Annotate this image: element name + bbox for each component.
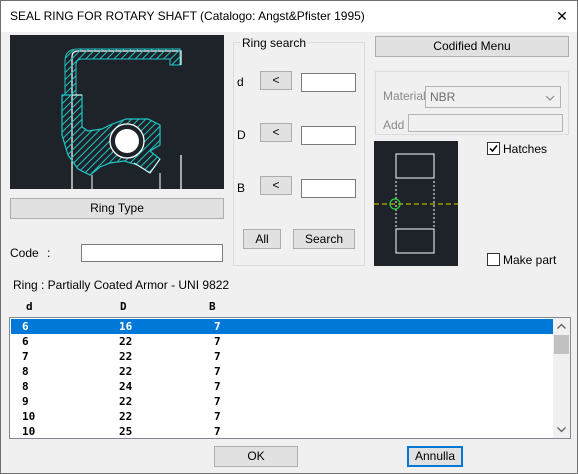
title-bar: SEAL RING FOR ROTARY SHAFT (Catalogo: An… [1,1,577,32]
dialog-window: SEAL RING FOR ROTARY SHAFT (Catalogo: An… [0,0,578,474]
cell-D: 25 [119,425,133,438]
cell-D: 22 [119,365,133,378]
cell-B: 7 [214,410,221,423]
d-label: d [237,75,244,89]
ring-type-button[interactable]: Ring Type [10,198,224,219]
table-row[interactable]: 9 22 7 [11,394,554,409]
D-pick-button[interactable]: < [260,123,292,142]
cell-D: 16 [119,320,133,333]
cell-D: 22 [119,335,133,348]
table-row[interactable]: 10 22 7 [11,409,554,424]
column-header-B: B [209,300,216,313]
cell-d: 9 [22,395,29,408]
ring-info-text: Ring : Partially Coated Armor - UNI 9822 [13,278,230,292]
ring-search-title: Ring search [240,36,309,50]
D-label: D [237,128,246,142]
code-label: Code [10,246,39,260]
table-row[interactable]: 10 25 7 [11,424,554,438]
seal-section-preview [10,35,224,189]
window-title: SEAL RING FOR ROTARY SHAFT (Catalogo: An… [10,9,365,23]
section-preview [374,141,458,266]
cell-d: 10 [22,410,36,423]
add-label: Add [383,118,405,132]
D-input[interactable] [301,126,356,145]
cell-B: 7 [214,335,221,348]
table-row[interactable]: 7 22 7 [11,349,554,364]
cell-D: 24 [119,380,133,393]
check-icon [489,145,498,153]
B-label: B [237,181,246,195]
ok-button[interactable]: OK [214,446,298,467]
table-row[interactable]: 8 22 7 [11,364,554,379]
cell-d: 8 [22,380,29,393]
cell-D: 22 [119,410,133,423]
all-button[interactable]: All [243,229,281,249]
hatches-checkbox[interactable] [487,142,500,155]
hatches-label: Hatches [503,142,548,156]
cell-B: 7 [214,395,221,408]
column-header-d: d [26,300,33,313]
material-label: Material [383,89,426,103]
column-header-D: D [120,300,127,313]
d-input[interactable] [301,73,356,92]
arrow-down-icon[interactable] [553,421,570,438]
cell-D: 22 [119,395,133,408]
cell-d: 6 [22,335,29,348]
B-input[interactable] [301,179,356,198]
code-field[interactable] [81,244,223,262]
cell-d: 8 [22,365,29,378]
codified-menu-button[interactable]: Codified Menu [375,36,569,57]
code-colon: : [47,246,51,260]
make-part-label: Make part [503,253,557,267]
scrollbar-thumb[interactable] [554,335,569,354]
cell-B: 7 [214,320,221,333]
cell-d: 6 [22,320,29,333]
section-schematic-drawing [374,153,458,254]
cell-D: 22 [119,350,133,363]
chevron-down-icon [545,95,555,101]
cell-B: 7 [214,380,221,393]
material-value: NBR [430,90,456,104]
cell-B: 7 [214,365,221,378]
table-row[interactable]: 8 24 7 [11,379,554,394]
table-row[interactable]: 6 22 7 [11,334,554,349]
arrow-up-icon[interactable] [553,318,570,335]
search-button[interactable]: Search [293,229,355,249]
cell-d: 10 [22,425,36,438]
cell-B: 7 [214,425,221,438]
ring-list[interactable]: 6 16 7 6 22 7 7 22 7 8 22 7 8 24 7 9 22 … [9,317,571,439]
close-icon[interactable]: ✕ [547,2,577,31]
vertical-scrollbar[interactable] [553,318,570,438]
cell-d: 7 [22,350,29,363]
table-row[interactable]: 6 16 7 [11,319,554,334]
cell-B: 7 [214,350,221,363]
add-field[interactable] [408,114,563,132]
cancel-button[interactable]: Annulla [407,446,463,467]
d-pick-button[interactable]: < [260,71,292,90]
B-pick-button[interactable]: < [260,176,292,195]
make-part-checkbox[interactable] [487,253,500,266]
seal-section-drawing [61,48,182,189]
material-select[interactable]: NBR [425,86,561,108]
